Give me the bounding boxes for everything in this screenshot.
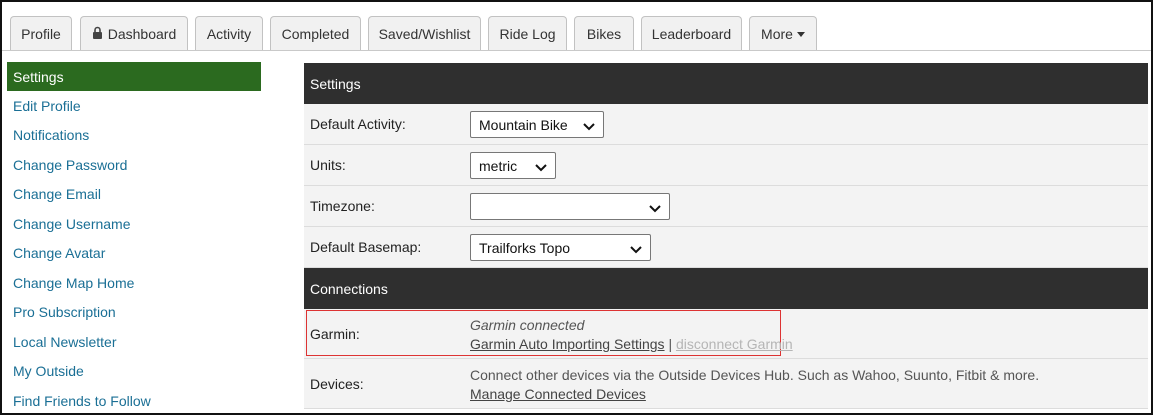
tab-label: Activity — [206, 26, 252, 42]
units-label: Units: — [310, 157, 346, 173]
devices-label: Devices: — [310, 375, 364, 392]
sidebar-item-notifications[interactable]: Notifications — [7, 121, 261, 151]
basemap-select[interactable]: Trailforks Topo — [470, 234, 651, 261]
chevron-down-icon — [535, 160, 547, 172]
sidebar-item-change-map-home[interactable]: Change Map Home — [7, 268, 261, 298]
tab-bikes[interactable]: Bikes — [574, 16, 634, 51]
tab-activity[interactable]: Activity — [195, 16, 263, 51]
sidebar-item-change-password[interactable]: Change Password — [7, 150, 261, 180]
sidebar-item-label: Edit Profile — [13, 97, 81, 114]
garmin-row: Garmin: Garmin connected Garmin Auto Imp… — [304, 309, 1148, 359]
sidebar-item-pro-subscription[interactable]: Pro Subscription — [7, 298, 261, 328]
sidebar-item-label: Notifications — [13, 127, 90, 144]
garmin-links: Garmin Auto Importing Settings | disconn… — [470, 336, 793, 352]
sidebar-item-label: My Outside — [13, 363, 84, 380]
sidebar-item-label: Change Username — [13, 215, 131, 232]
section-title: Connections — [310, 280, 388, 297]
sidebar-item-find-friends[interactable]: Find Friends to Follow — [7, 386, 261, 413]
link-separator: | — [668, 336, 673, 352]
sidebar-item-settings[interactable]: Settings — [7, 62, 261, 91]
sidebar-item-change-avatar[interactable]: Change Avatar — [7, 239, 261, 269]
sidebar-item-label: Change Map Home — [13, 274, 135, 291]
lock-icon — [92, 26, 103, 42]
tab-label: Dashboard — [107, 26, 177, 42]
tab-ride-log[interactable]: Ride Log — [488, 16, 567, 51]
basemap-label: Default Basemap: — [310, 239, 422, 255]
chevron-down-icon — [630, 242, 642, 254]
sidebar-item-label: Local Newsletter — [13, 333, 117, 350]
garmin-label: Garmin: — [310, 325, 360, 342]
units-row: Units: metric — [304, 145, 1148, 186]
tab-bar-divider — [2, 50, 1151, 51]
default-activity-row: Default Activity: Mountain Bike — [304, 104, 1148, 145]
tab-label: More — [761, 26, 793, 42]
tab-label: Bikes — [586, 26, 622, 42]
sidebar-item-label: Pro Subscription — [13, 304, 116, 321]
select-value: metric — [479, 157, 518, 174]
manage-devices-link[interactable]: Manage Connected Devices — [470, 386, 646, 402]
caret-down-icon — [796, 29, 805, 39]
timezone-label: Timezone: — [310, 198, 375, 214]
default-activity-label: Default Activity: — [310, 116, 406, 132]
devices-description: Connect other devices via the Outside De… — [470, 367, 1040, 383]
settings-panel: Settings Default Activity: Mountain Bike… — [304, 63, 1148, 409]
chevron-down-icon — [649, 201, 661, 213]
tab-saved-wishlist[interactable]: Saved/Wishlist — [368, 16, 481, 51]
sidebar-item-change-username[interactable]: Change Username — [7, 209, 261, 239]
section-title: Settings — [310, 75, 361, 92]
tab-label: Profile — [21, 26, 61, 42]
tab-more[interactable]: More — [749, 16, 817, 51]
settings-heading: Settings — [304, 63, 1148, 104]
select-value: Mountain Bike — [479, 116, 568, 133]
tab-bar: Profile Dashboard Activity Completed Sav… — [2, 2, 1151, 53]
tab-dashboard[interactable]: Dashboard — [80, 16, 188, 51]
devices-row: Devices: Connect other devices via the O… — [304, 359, 1148, 409]
default-activity-select[interactable]: Mountain Bike — [470, 111, 604, 138]
sidebar-item-my-outside[interactable]: My Outside — [7, 357, 261, 387]
sidebar-item-label: Change Password — [13, 156, 128, 173]
settings-sidebar: Settings Edit Profile Notifications Chan… — [7, 62, 261, 413]
tab-completed[interactable]: Completed — [270, 16, 361, 51]
sidebar-item-change-email[interactable]: Change Email — [7, 180, 261, 210]
tab-leaderboard[interactable]: Leaderboard — [641, 16, 742, 51]
tab-label: Leaderboard — [651, 26, 732, 42]
sidebar-item-label: Find Friends to Follow — [13, 392, 151, 409]
timezone-row: Timezone: — [304, 186, 1148, 227]
timezone-select[interactable] — [470, 193, 670, 220]
units-select[interactable]: metric — [470, 152, 556, 179]
chevron-down-icon — [583, 119, 595, 131]
tab-label: Ride Log — [499, 26, 556, 42]
tab-label: Saved/Wishlist — [378, 26, 471, 42]
tab-label: Completed — [281, 26, 350, 42]
sidebar-item-label: Change Email — [13, 186, 101, 203]
garmin-status: Garmin connected — [470, 317, 585, 333]
sidebar-item-label: Change Avatar — [13, 245, 106, 262]
sidebar-item-edit-profile[interactable]: Edit Profile — [7, 91, 261, 121]
connections-heading: Connections — [304, 268, 1148, 309]
disconnect-garmin-link[interactable]: disconnect Garmin — [676, 336, 793, 352]
select-value: Trailforks Topo — [479, 239, 571, 256]
page-frame: Profile Dashboard Activity Completed Sav… — [0, 0, 1153, 415]
tab-profile[interactable]: Profile — [10, 16, 72, 51]
sidebar-item-local-newsletter[interactable]: Local Newsletter — [7, 327, 261, 357]
sidebar-item-label: Settings — [13, 68, 64, 85]
garmin-settings-link[interactable]: Garmin Auto Importing Settings — [470, 336, 665, 352]
basemap-row: Default Basemap: Trailforks Topo — [304, 227, 1148, 268]
